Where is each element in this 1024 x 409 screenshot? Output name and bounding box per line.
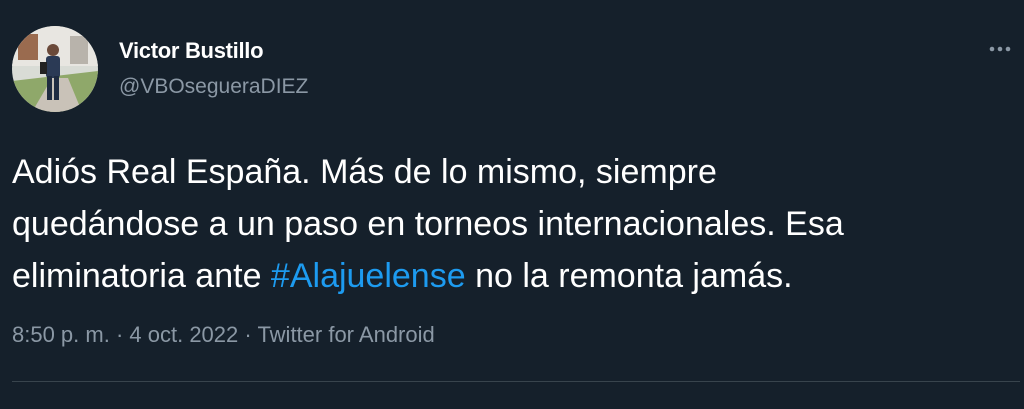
tweet-text-line-3: eliminatoria ante #Alajuelense no la rem…: [12, 250, 1016, 302]
divider: [12, 381, 1020, 382]
author-display-name[interactable]: Victor Bustillo: [119, 38, 264, 64]
hashtag-link[interactable]: #Alajuelense: [271, 257, 466, 295]
tweet-source-link[interactable]: Twitter for Android: [257, 322, 434, 347]
tweet-text-segment: eliminatoria ante: [12, 257, 271, 295]
meta-separator: ·: [109, 322, 130, 347]
avatar-photo: [12, 26, 98, 112]
tweet-date-link[interactable]: 4 oct. 2022: [129, 322, 238, 347]
author-handle[interactable]: @VBOsegueraDIEZ: [119, 75, 308, 99]
tweet-time-link[interactable]: 8:50 p. m.: [12, 322, 110, 347]
tweet-text-line-1: Adiós Real España. Más de lo mismo, siem…: [12, 153, 717, 191]
meta-separator: ·: [238, 322, 258, 347]
tweet-text: Adiós Real España. Más de lo mismo, siem…: [12, 146, 1016, 302]
more-horizontal-icon: [989, 46, 1011, 52]
avatar[interactable]: [12, 26, 98, 112]
tweet-text-segment: no la remonta jamás.: [465, 257, 793, 295]
more-options-button[interactable]: [980, 34, 1020, 64]
tweet-metadata: 8:50 p. m. · 4 oct. 2022 · Twitter for A…: [12, 322, 435, 348]
tweet-text-line-2: quedándose a un paso en torneos internac…: [12, 205, 844, 243]
tweet-card: Victor Bustillo @VBOsegueraDIEZ Adiós Re…: [0, 0, 1024, 409]
